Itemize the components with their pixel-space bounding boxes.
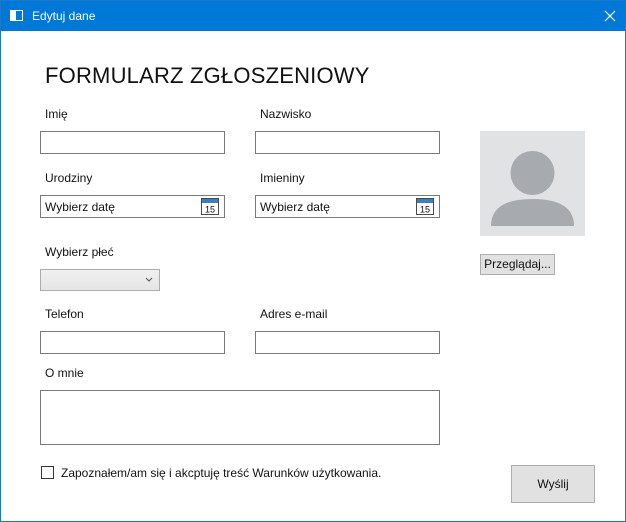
avatar-placeholder-icon [491, 151, 574, 226]
close-button[interactable] [595, 1, 625, 31]
name-day-placeholder: Wybierz datę [260, 200, 330, 214]
browse-button[interactable]: Przeglądaj... [480, 254, 555, 275]
phone-input[interactable] [40, 331, 225, 354]
email-input[interactable] [255, 331, 440, 354]
close-icon [604, 10, 616, 22]
birthday-label: Urodziny [45, 171, 93, 185]
chevron-down-icon [145, 277, 153, 282]
about-textarea[interactable] [40, 390, 440, 445]
window-title: Edytuj dane [32, 9, 96, 23]
gender-select[interactable] [40, 269, 160, 291]
gender-label: Wybierz płeć [45, 245, 114, 259]
calendar-icon[interactable]: 15 [201, 198, 219, 215]
title-bar: Edytuj dane [1, 1, 625, 31]
calendar-day: 15 [420, 205, 430, 215]
last-name-input[interactable] [255, 131, 440, 154]
form-heading: FORMULARZ ZGŁOSZENIOWY [45, 63, 370, 88]
name-day-datepicker[interactable]: Wybierz datę 15 [255, 195, 440, 218]
last-name-label: Nazwisko [260, 107, 312, 121]
birthday-placeholder: Wybierz datę [45, 200, 115, 214]
avatar-placeholder [480, 131, 585, 236]
terms-checkbox[interactable] [41, 466, 54, 479]
first-name-input[interactable] [40, 131, 225, 154]
about-label: O mnie [45, 366, 84, 380]
submit-button[interactable]: Wyślij [511, 465, 595, 503]
first-name-label: Imię [45, 107, 68, 121]
calendar-day: 15 [205, 205, 215, 215]
window-icon [10, 10, 23, 21]
email-label: Adres e-mail [260, 307, 328, 321]
phone-label: Telefon [45, 307, 84, 321]
name-day-label: Imieniny [260, 171, 305, 185]
dialog-window: Edytuj dane FORMULARZ ZGŁOSZENIOWY Imię … [0, 0, 626, 522]
terms-label[interactable]: Zapoznałem/am się i akcptuję treść Warun… [61, 466, 381, 480]
birthday-datepicker[interactable]: Wybierz datę 15 [40, 195, 225, 218]
calendar-icon[interactable]: 15 [416, 198, 434, 215]
